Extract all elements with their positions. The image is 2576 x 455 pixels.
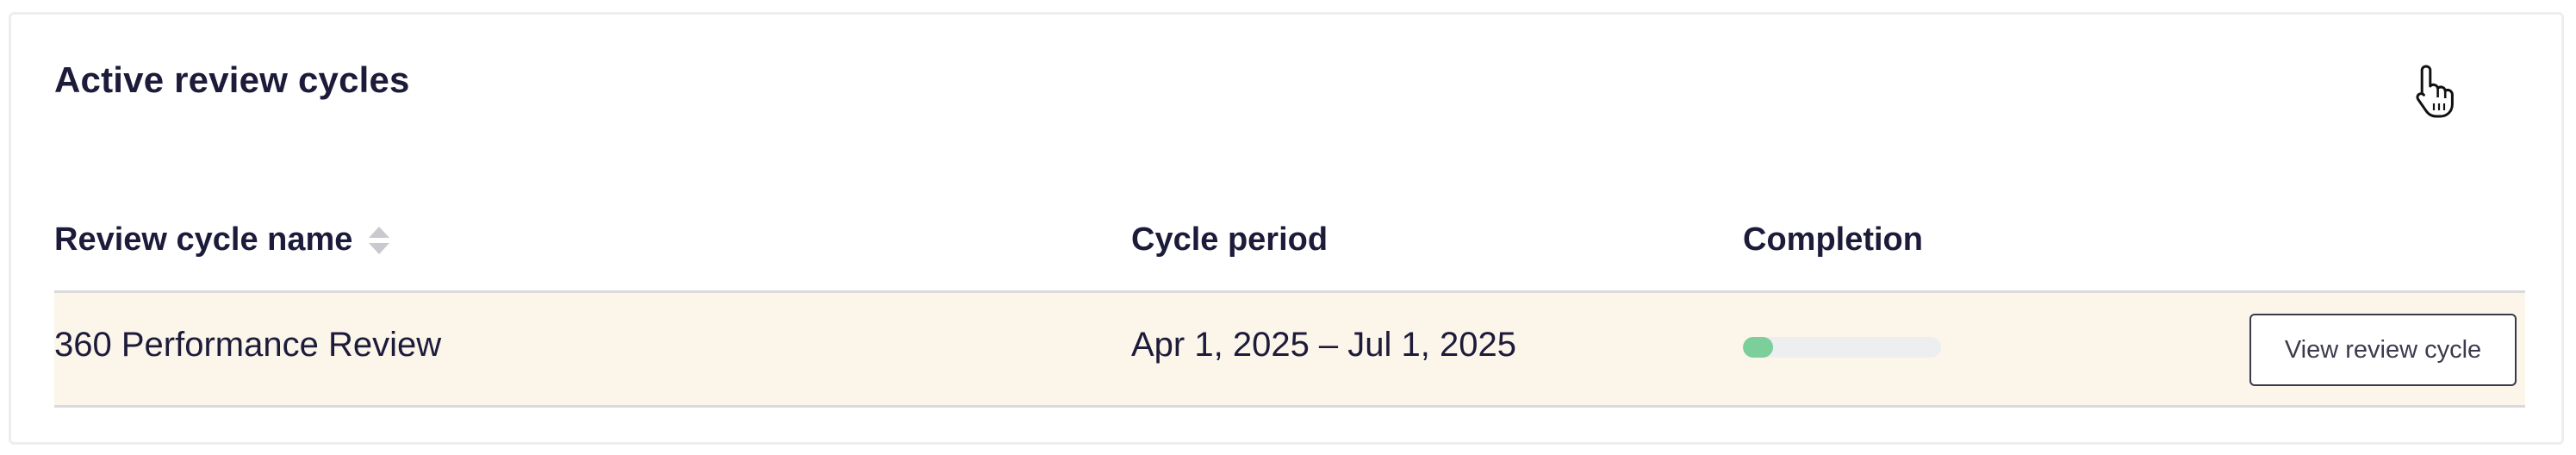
review-cycles-table: Review cycle name Cycle period Completio… (54, 187, 2525, 408)
column-header-completion[interactable]: Completion (1743, 221, 1923, 259)
table-header: Review cycle name Cycle period Completio… (54, 187, 2525, 293)
column-header-period[interactable]: Cycle period (1131, 221, 1328, 259)
cycle-name: 360 Performance Review (54, 326, 442, 364)
completion-progress-fill (1743, 337, 1773, 358)
cycle-period: Apr 1, 2025 – Jul 1, 2025 (1131, 326, 1516, 364)
column-header-name-label: Review cycle name (54, 221, 353, 258)
column-header-name[interactable]: Review cycle name (54, 221, 392, 259)
sort-icon[interactable] (366, 223, 392, 258)
column-header-completion-label: Completion (1743, 221, 1923, 258)
column-header-period-label: Cycle period (1131, 221, 1328, 258)
section-title: Active review cycles (54, 59, 410, 100)
table-row[interactable]: 360 Performance Review Apr 1, 2025 – Jul… (54, 293, 2525, 408)
review-cycles-card: Active review cycles Review cycle name C… (9, 12, 2564, 445)
view-review-cycle-button[interactable]: View review cycle (2249, 314, 2517, 386)
completion-progress-bar (1743, 337, 1941, 358)
